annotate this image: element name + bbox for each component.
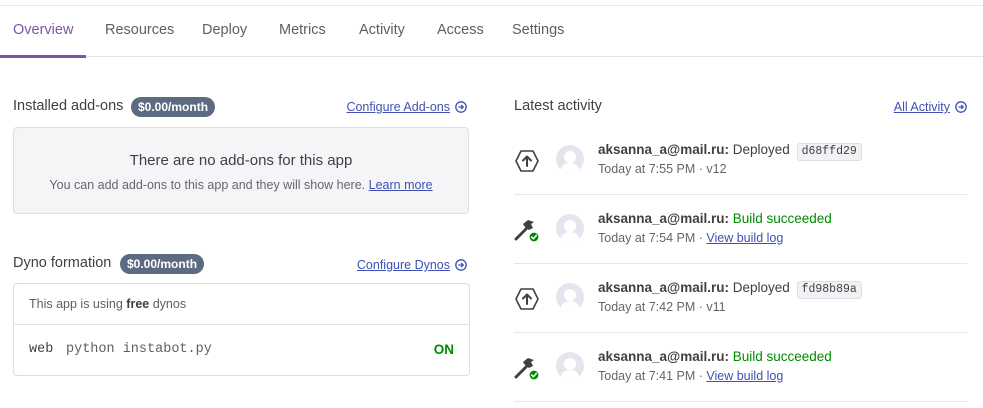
activity-meta: Today at 7:42 PM · v11 — [598, 300, 726, 314]
activity-user: aksanna_a@mail.ru: — [598, 211, 729, 226]
activity-item: aksanna_a@mail.ru: Deployed fd98b89a Tod… — [514, 264, 967, 333]
dyno-process-type: web — [29, 342, 54, 357]
separator: · — [695, 369, 707, 383]
activity-meta: Today at 7:55 PM · v12 — [598, 162, 727, 176]
learn-more-link[interactable]: Learn more — [369, 178, 433, 192]
activity-meta: Today at 7:41 PM · View build log — [598, 369, 783, 383]
configure-addons-label: Configure Add-ons — [346, 100, 450, 114]
arrow-circle-right-icon — [455, 259, 467, 271]
tab-overview[interactable]: Overview — [0, 6, 87, 58]
tab-label: Activity — [359, 22, 405, 38]
dyno-info-prefix: This app is using — [29, 297, 123, 311]
activity-user: aksanna_a@mail.ru: — [598, 142, 729, 157]
tab-label: Overview — [13, 22, 74, 38]
build-icon — [514, 358, 540, 381]
dynos-cost-badge: $0.00/month — [120, 254, 205, 274]
separator: · — [695, 300, 707, 314]
addons-empty-title: There are no add-ons for this app — [129, 152, 353, 169]
activity-item: aksanna_a@mail.ru: Deployed d68ffd29 Tod… — [514, 126, 967, 195]
activity-action: Deployed — [732, 142, 790, 157]
commit-hash[interactable]: fd98b89a — [796, 281, 862, 299]
activity-time: Today at 7:41 PM — [598, 369, 696, 383]
addons-empty-state: There are no add-ons for this app You ca… — [13, 127, 469, 214]
activity-user: aksanna_a@mail.ru: — [598, 349, 729, 364]
user-placeholder-icon — [560, 220, 580, 242]
avatar[interactable] — [556, 352, 584, 380]
tab-label: Metrics — [279, 22, 326, 38]
user-placeholder-icon — [560, 151, 580, 173]
dyno-info: This app is using free dynos — [14, 284, 469, 325]
activity-action: Build succeeded — [732, 349, 832, 364]
user-placeholder-icon — [560, 289, 580, 311]
tab-label: Settings — [512, 22, 565, 38]
activity-meta: Today at 7:54 PM · View build log — [598, 231, 783, 245]
deploy-icon — [515, 150, 539, 172]
tab-settings[interactable]: Settings — [512, 6, 564, 57]
tab-access[interactable]: Access — [437, 6, 484, 57]
activity-action: Build succeeded — [732, 211, 832, 226]
arrow-circle-right-icon — [955, 101, 967, 113]
tab-resources[interactable]: Resources — [105, 6, 174, 57]
activity-time: Today at 7:54 PM — [598, 231, 696, 245]
avatar[interactable] — [556, 145, 584, 173]
all-activity-link[interactable]: All Activity — [894, 100, 967, 114]
activity-time: Today at 7:55 PM — [598, 162, 696, 176]
tab-label: Access — [437, 22, 484, 38]
dyno-info-suffix: dynos — [152, 297, 187, 311]
avatar[interactable] — [556, 214, 584, 242]
avatar[interactable] — [556, 283, 584, 311]
dyno-state-badge: ON — [433, 342, 454, 357]
app-nav-tabs: Overview Resources Deploy Metrics Activi… — [0, 6, 983, 58]
activity-time: Today at 7:42 PM — [598, 300, 696, 314]
deploy-icon — [515, 288, 539, 310]
addons-empty-text: You can add add-ons to this app and they… — [14, 178, 468, 192]
activity-summary: aksanna_a@mail.ru: Build succeeded — [598, 211, 832, 226]
dynos-title: Dyno formation — [13, 255, 112, 271]
activity-summary: aksanna_a@mail.ru: Build succeeded — [598, 349, 832, 364]
tab-activity[interactable]: Activity — [359, 6, 405, 57]
active-tab-indicator — [0, 55, 87, 58]
activity-summary: aksanna_a@mail.ru: Deployed d68ffd29 — [598, 142, 862, 161]
configure-addons-link[interactable]: Configure Add-ons — [346, 100, 467, 114]
release-version: v12 — [706, 162, 727, 176]
view-build-log-link[interactable]: View build log — [706, 369, 783, 383]
arrow-circle-right-icon — [455, 101, 467, 113]
addons-empty-desc: You can add add-ons to this app and they… — [49, 178, 366, 192]
view-build-log-link[interactable]: View build log — [706, 231, 783, 245]
addons-cost-badge: $0.00/month — [131, 97, 216, 117]
dyno-formation-panel: This app is using free dynos web python … — [13, 283, 470, 376]
tab-label: Resources — [105, 22, 175, 38]
release-version: v11 — [706, 300, 726, 314]
configure-dynos-link[interactable]: Configure Dynos — [357, 258, 467, 272]
separator: · — [695, 231, 707, 245]
tab-deploy[interactable]: Deploy — [202, 6, 247, 57]
activity-item: aksanna_a@mail.ru: Build succeeded Today… — [514, 333, 967, 402]
activity-user: aksanna_a@mail.ru: — [598, 280, 729, 295]
activity-title: Latest activity — [514, 98, 602, 114]
tab-metrics[interactable]: Metrics — [279, 6, 326, 57]
addons-title: Installed add-ons — [13, 98, 124, 114]
dyno-tier: free — [126, 297, 150, 311]
tab-label: Deploy — [202, 22, 248, 38]
activity-summary: aksanna_a@mail.ru: Deployed fd98b89a — [598, 280, 862, 299]
all-activity-label: All Activity — [893, 100, 950, 114]
activity-action: Deployed — [732, 280, 790, 295]
activity-item: aksanna_a@mail.ru: Build succeeded Today… — [514, 195, 967, 264]
commit-hash[interactable]: d68ffd29 — [796, 143, 862, 161]
build-icon — [514, 220, 540, 243]
user-placeholder-icon — [560, 358, 580, 380]
dyno-process-row[interactable]: web python instabot.py ON — [29, 342, 454, 362]
dyno-process-command: python instabot.py — [66, 342, 212, 357]
separator: · — [695, 162, 707, 176]
configure-dynos-label: Configure Dynos — [356, 258, 450, 272]
